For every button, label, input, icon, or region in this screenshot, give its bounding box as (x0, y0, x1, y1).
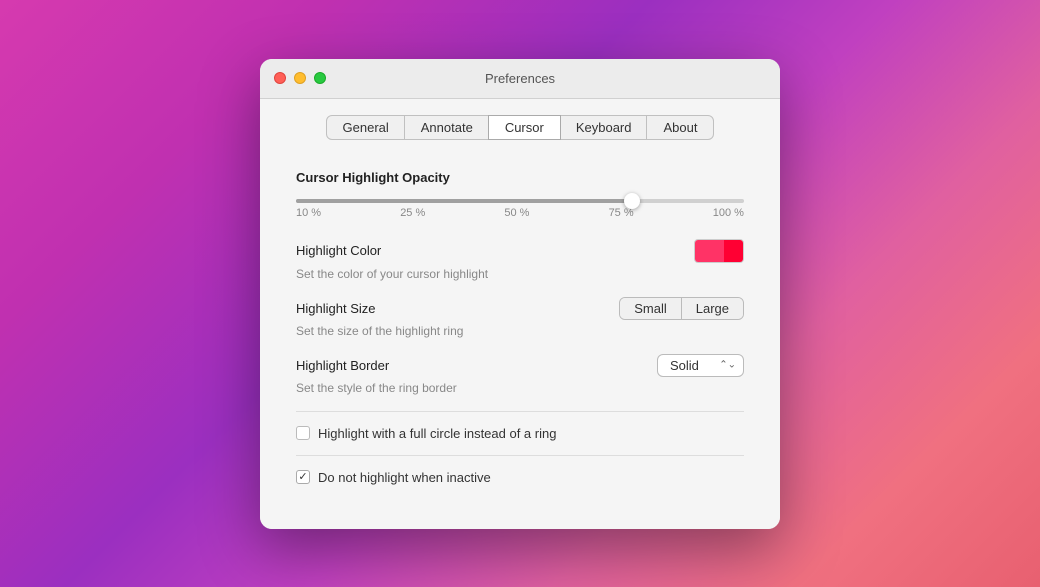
highlight-color-row: Highlight Color (296, 239, 744, 263)
maximize-button[interactable] (314, 72, 326, 84)
preferences-window: Preferences General Annotate Cursor Keyb… (260, 59, 780, 529)
highlight-border-desc: Set the style of the ring border (296, 381, 744, 395)
highlight-border-row: Highlight Border Solid Dashed Dotted ⌃⌄ (296, 354, 744, 377)
highlight-border-label: Highlight Border (296, 358, 389, 373)
highlight-color-desc: Set the color of your cursor highlight (296, 267, 744, 281)
slider-labels: 10 % 25 % 50 % 75 % 100 % (296, 207, 744, 219)
checkbox-fullcircle[interactable] (296, 426, 310, 440)
divider-2 (296, 455, 744, 456)
checkbox-inactive-label: Do not highlight when inactive (318, 470, 491, 485)
content-area: Cursor Highlight Opacity 10 % 25 % 50 % … (260, 150, 780, 529)
size-small-button[interactable]: Small (620, 298, 681, 319)
divider-1 (296, 411, 744, 412)
tab-cursor[interactable]: Cursor (488, 115, 561, 140)
window-title: Preferences (485, 71, 555, 86)
checkbox-fullcircle-row: Highlight with a full circle instead of … (296, 426, 744, 441)
window-controls (274, 72, 326, 84)
highlight-color-label: Highlight Color (296, 243, 381, 258)
tab-bar: General Annotate Cursor Keyboard About (260, 99, 780, 150)
close-button[interactable] (274, 72, 286, 84)
border-select[interactable]: Solid Dashed Dotted (657, 354, 744, 377)
slider-track[interactable] (296, 199, 744, 203)
minimize-button[interactable] (294, 72, 306, 84)
opacity-section-title: Cursor Highlight Opacity (296, 170, 744, 185)
highlight-size-row: Highlight Size Small Large (296, 297, 744, 320)
titlebar: Preferences (260, 59, 780, 99)
highlight-size-desc: Set the size of the highlight ring (296, 324, 744, 338)
slider-fill (296, 199, 632, 203)
checkmark-icon: ✓ (298, 472, 307, 483)
checkbox-fullcircle-label: Highlight with a full circle instead of … (318, 426, 556, 441)
tab-general[interactable]: General (326, 115, 406, 140)
size-large-button[interactable]: Large (681, 298, 743, 319)
color-swatch[interactable] (694, 239, 744, 263)
highlight-size-label: Highlight Size (296, 301, 376, 316)
size-button-group: Small Large (619, 297, 744, 320)
tab-about[interactable]: About (646, 115, 714, 140)
tab-keyboard[interactable]: Keyboard (559, 115, 649, 140)
slider-thumb[interactable] (624, 193, 640, 209)
tab-annotate[interactable]: Annotate (404, 115, 490, 140)
color-swatch-right (724, 240, 743, 262)
border-select-wrapper: Solid Dashed Dotted ⌃⌄ (657, 354, 744, 377)
color-swatch-left (695, 240, 724, 262)
checkbox-inactive-row: ✓ Do not highlight when inactive (296, 470, 744, 485)
opacity-slider-container: 10 % 25 % 50 % 75 % 100 % (296, 199, 744, 219)
checkbox-inactive[interactable]: ✓ (296, 470, 310, 484)
